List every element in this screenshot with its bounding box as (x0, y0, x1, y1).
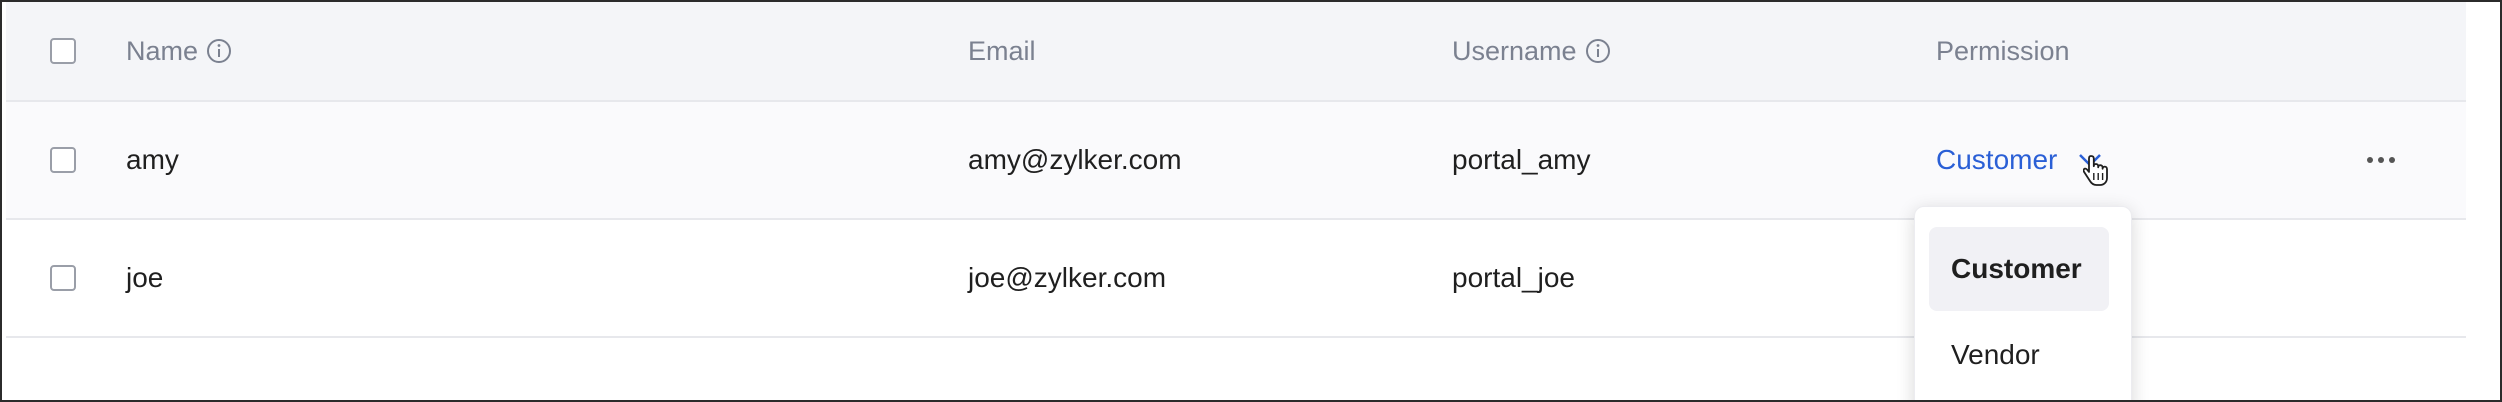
row-select-cell (50, 220, 76, 336)
row-actions (2366, 102, 2396, 218)
column-header-username[interactable]: Username (1452, 2, 1611, 100)
row-select-cell (50, 102, 76, 218)
table-header: Name Email Username Permission (6, 2, 2466, 102)
select-all-cell (50, 2, 76, 100)
permission-select[interactable]: Customer (1936, 102, 2109, 218)
users-table-panel: Name Email Username Permission amy amy@z… (0, 0, 2502, 402)
info-icon[interactable] (206, 38, 232, 64)
user-email: joe@zylker.com (968, 262, 1167, 293)
permission-option-customer[interactable]: Customer (1929, 227, 2109, 311)
user-username: portal_joe (1452, 262, 1575, 293)
column-header-permission-label: Permission (1936, 35, 2070, 66)
chevron-down-icon[interactable] (2077, 152, 2109, 186)
column-header-email[interactable]: Email (968, 2, 1036, 100)
select-all-checkbox[interactable] (50, 38, 76, 64)
column-header-email-label: Email (968, 35, 1036, 66)
table-row[interactable]: amy amy@zylker.com portal_amy Customer (6, 102, 2466, 220)
column-header-name[interactable]: Name (126, 2, 232, 100)
row-checkbox[interactable] (50, 265, 76, 291)
permission-option-vendor[interactable]: Vendor (1929, 313, 2109, 397)
user-username: portal_amy (1452, 144, 1591, 175)
info-icon[interactable] (1585, 38, 1611, 64)
row-checkbox[interactable] (50, 147, 76, 173)
permission-dropdown-menu: Customer Vendor (1914, 206, 2132, 400)
column-header-name-label: Name (126, 35, 199, 66)
column-header-username-label: Username (1452, 35, 1577, 66)
permission-value[interactable]: Customer (1936, 144, 2057, 176)
hand-pointer-icon (2083, 154, 2109, 195)
user-email: amy@zylker.com (968, 144, 1182, 175)
more-horizontal-icon[interactable] (2366, 156, 2396, 164)
user-name: joe (126, 262, 164, 293)
column-header-permission[interactable]: Permission (1936, 2, 2070, 100)
user-name: amy (126, 144, 179, 175)
